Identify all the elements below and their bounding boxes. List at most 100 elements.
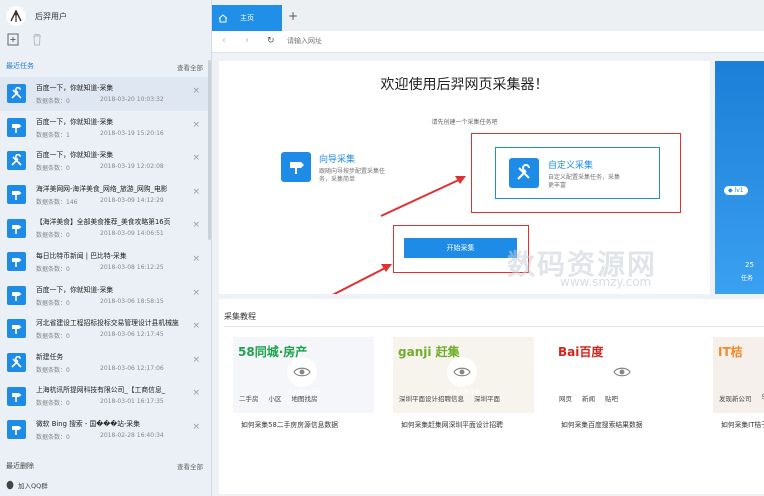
close-icon[interactable]: × (192, 220, 200, 230)
url-input[interactable] (287, 37, 587, 45)
wrench-icon (7, 84, 26, 104)
task-count: 数据条数：0 (36, 232, 70, 240)
promo-banner[interactable]: ◆ lv1 25 任务 (715, 61, 764, 294)
task-date: 2018-02-28 16:40:34 (100, 431, 164, 439)
task-count: 数据条数：0 (36, 433, 70, 441)
tutorial-card-title: 如何采集58二手房房源信息数据 (241, 421, 339, 429)
tutorial-card[interactable]: Bai百度 网页 新闻 贴吧 点击查看详情 如何采集百度搜索结果数据 (553, 337, 694, 433)
sidebar-scrollbar[interactable] (208, 60, 211, 240)
close-icon[interactable]: × (192, 321, 200, 331)
tutorial-card[interactable]: ganji 赶集 深圳平面设计招聘信息 深圳平面 点击查看详情如何采集赶集网深圳平面设… (393, 337, 534, 433)
tab-home[interactable]: 主页 (212, 5, 282, 31)
new-tab-button[interactable]: + (288, 9, 298, 23)
custom-collect-desc: 自定义配置采集任务，采集更丰富 (548, 174, 621, 189)
guide-collect-desc: 跟随向导按步配置采集任务，采集简单 (319, 168, 386, 183)
welcome-title: 欢迎使用后羿网页采集器！ (380, 77, 549, 93)
close-icon[interactable]: × (192, 153, 200, 163)
qq-group-label: 加入QQ群 (18, 482, 48, 490)
address-bar: ‹ › ↻ (212, 31, 764, 53)
banner-number: 25 (745, 261, 754, 269)
eye-icon[interactable] (607, 357, 637, 387)
task-count: 数据条数：0 (36, 299, 70, 307)
tab-bar: 主页 + (212, 0, 764, 31)
task-name: 海洋美网网-海洋美食_网络_旅游_网购_电影 (36, 184, 168, 193)
eye-icon[interactable] (447, 357, 477, 387)
tutorial-thumbnail: ganji 赶集 深圳平面设计招聘信息 深圳平面 点击查看详情 (393, 337, 534, 413)
task-date: 2018-03-06 12:17:45 (100, 331, 164, 339)
start-collect-button[interactable]: 开始采集 (404, 238, 517, 258)
recent-tasks-title: 最近任务 (6, 62, 34, 70)
task-list: 百度一下，你就知道-采集 数据条数：0 2018-03-20 10:03:32 × 百度… (0, 77, 208, 447)
signpost-icon (7, 185, 26, 205)
wrench-icon (7, 353, 26, 373)
watermark-url: www.smzy.com (560, 275, 652, 289)
close-icon[interactable]: × (192, 120, 200, 130)
tutorial-card-title: 如何采集百度搜索结果数据 (561, 421, 643, 429)
app-window: 后羿用户 最近任务 查看全部 百度一下，你就知道-采集 数据条数：0 2018-03… (0, 0, 764, 496)
avatar[interactable] (6, 6, 26, 26)
thumbnail-heading: IT桔 (718, 345, 743, 359)
close-icon[interactable]: × (192, 86, 200, 96)
task-name: 新建任务 (36, 352, 64, 361)
sidebar-toolbar (7, 33, 43, 46)
signpost-icon (7, 319, 26, 339)
signpost-icon (7, 218, 26, 238)
tutorial-thumbnail: IT桔发现新公司58713点击查看详情 (713, 337, 764, 413)
recent-tasks-view-all[interactable]: 查看全部 (177, 62, 203, 72)
signpost-icon (7, 285, 26, 305)
archer-logo-icon (10, 9, 22, 22)
deleted-tasks-view-all[interactable]: 查看全部 (177, 461, 203, 471)
task-date: 2018-03-06 12:17:06 (100, 364, 164, 372)
task-count: 数据条数：0 (36, 366, 70, 374)
forward-icon[interactable]: › (245, 35, 249, 46)
tab-home-label: 主页 (240, 14, 254, 22)
signpost-icon (281, 152, 311, 182)
signpost-icon (7, 117, 26, 137)
tutorial-card[interactable]: IT桔发现新公司58713点击查看详情如何采集IT桔子 (713, 337, 764, 433)
tutorial-card-title: 如何采集赶集网深圳平面设计招聘 (401, 421, 503, 429)
task-item[interactable]: 海洋美网网-海洋美食_网络_旅游_网购_电影 数据条数：146 2018-03-09… (0, 178, 208, 212)
close-icon[interactable]: × (192, 388, 200, 398)
task-item[interactable]: 新建任务数据条数：0 2018-03-06 12:17:06 × (0, 346, 208, 380)
task-item[interactable]: 上海杭讯所提网科技有限公司_【工商信息_ 数据条数：0 2018-03-01 16:… (0, 379, 208, 413)
task-count: 数据条数：146 (36, 198, 78, 206)
new-task-icon[interactable] (7, 33, 19, 46)
preview-caption: 点击查看详情 (446, 390, 480, 396)
signpost-icon (7, 386, 26, 406)
task-date: 2018-03-09 14:12:29 (100, 196, 164, 204)
task-item[interactable]: 百度一下，你就知道-采集 数据条数：0 2018-03-06 18:58:15 × (0, 279, 208, 313)
eye-icon[interactable] (287, 357, 317, 387)
task-count: 数据条数：0 (36, 333, 70, 341)
tutorial-card[interactable]: 58同城·房产 二手房 小区 地图找房 点击查看详情如何采集58二手房房源信息数据 (233, 337, 374, 433)
task-item[interactable]: 百度一下，你就知道-采集 数据条数：0 2018-03-20 10:03:32 × (0, 77, 208, 111)
task-item[interactable]: 百度一下，你就知道-采集 数据条数：0 2018-03-19 12:02:08 × (0, 144, 208, 178)
tutorial-title: 采集教程 (224, 312, 256, 321)
close-icon[interactable]: × (192, 254, 200, 264)
close-icon[interactable]: × (192, 355, 200, 365)
close-icon[interactable]: × (192, 422, 200, 432)
task-date: 2018-03-19 15:20:16 (100, 129, 164, 137)
task-item[interactable]: 河北省建设工程招标投标交易管理设计县机械施 数据条数：0 2018-03-06 12… (0, 312, 208, 346)
close-icon[interactable]: × (192, 288, 200, 298)
trash-icon[interactable] (31, 33, 43, 46)
refresh-icon[interactable]: ↻ (267, 36, 275, 46)
task-item[interactable]: 百度一下，你就知道-采集 数据条数：1 2018-03-19 15:20:16 × (0, 111, 208, 145)
qq-group-link[interactable]: 加入QQ群 (5, 480, 48, 490)
preview-caption: 点击查看详情 (713, 388, 764, 396)
user-profile[interactable]: 后羿用户 (6, 5, 67, 27)
guide-collect-option[interactable]: 向导采集 跟随向导按步配置采集任务，采集简单 (281, 152, 394, 184)
task-name: 每日比特币新闻 | 巴比特-采集 (36, 251, 127, 260)
guide-collect-title: 向导采集 (319, 155, 356, 165)
custom-collect-option[interactable]: 自定义采集 自定义配置采集任务，采集更丰富 (495, 147, 660, 199)
level-badge: ◆ lv1 (724, 186, 748, 195)
task-date: 2018-03-20 10:03:32 (100, 96, 164, 103)
task-item[interactable]: 每日比特币新闻 | 巴比特-采集 数据条数：0 2018-03-08 16:12:2… (0, 245, 208, 279)
task-item[interactable]: 微软 Bing 搜索 - 国���站-采集 数据条数：0 2018-02-28 16… (0, 413, 208, 447)
task-item[interactable]: 【海洋美食】全部美食推荐_美食攻略第16页 数据条数：0 2018-03-09 14… (0, 211, 208, 245)
wrench-icon (509, 158, 539, 188)
close-icon[interactable]: × (192, 187, 200, 197)
back-icon[interactable]: ‹ (222, 35, 226, 46)
task-name: 百度一下，你就知道-采集 (36, 285, 114, 294)
tutorial-thumbnail: 58同城·房产 二手房 小区 地图找房 点击查看详情 (233, 337, 374, 413)
welcome-hint: 请先创建一个采集任务吧 (431, 119, 498, 126)
